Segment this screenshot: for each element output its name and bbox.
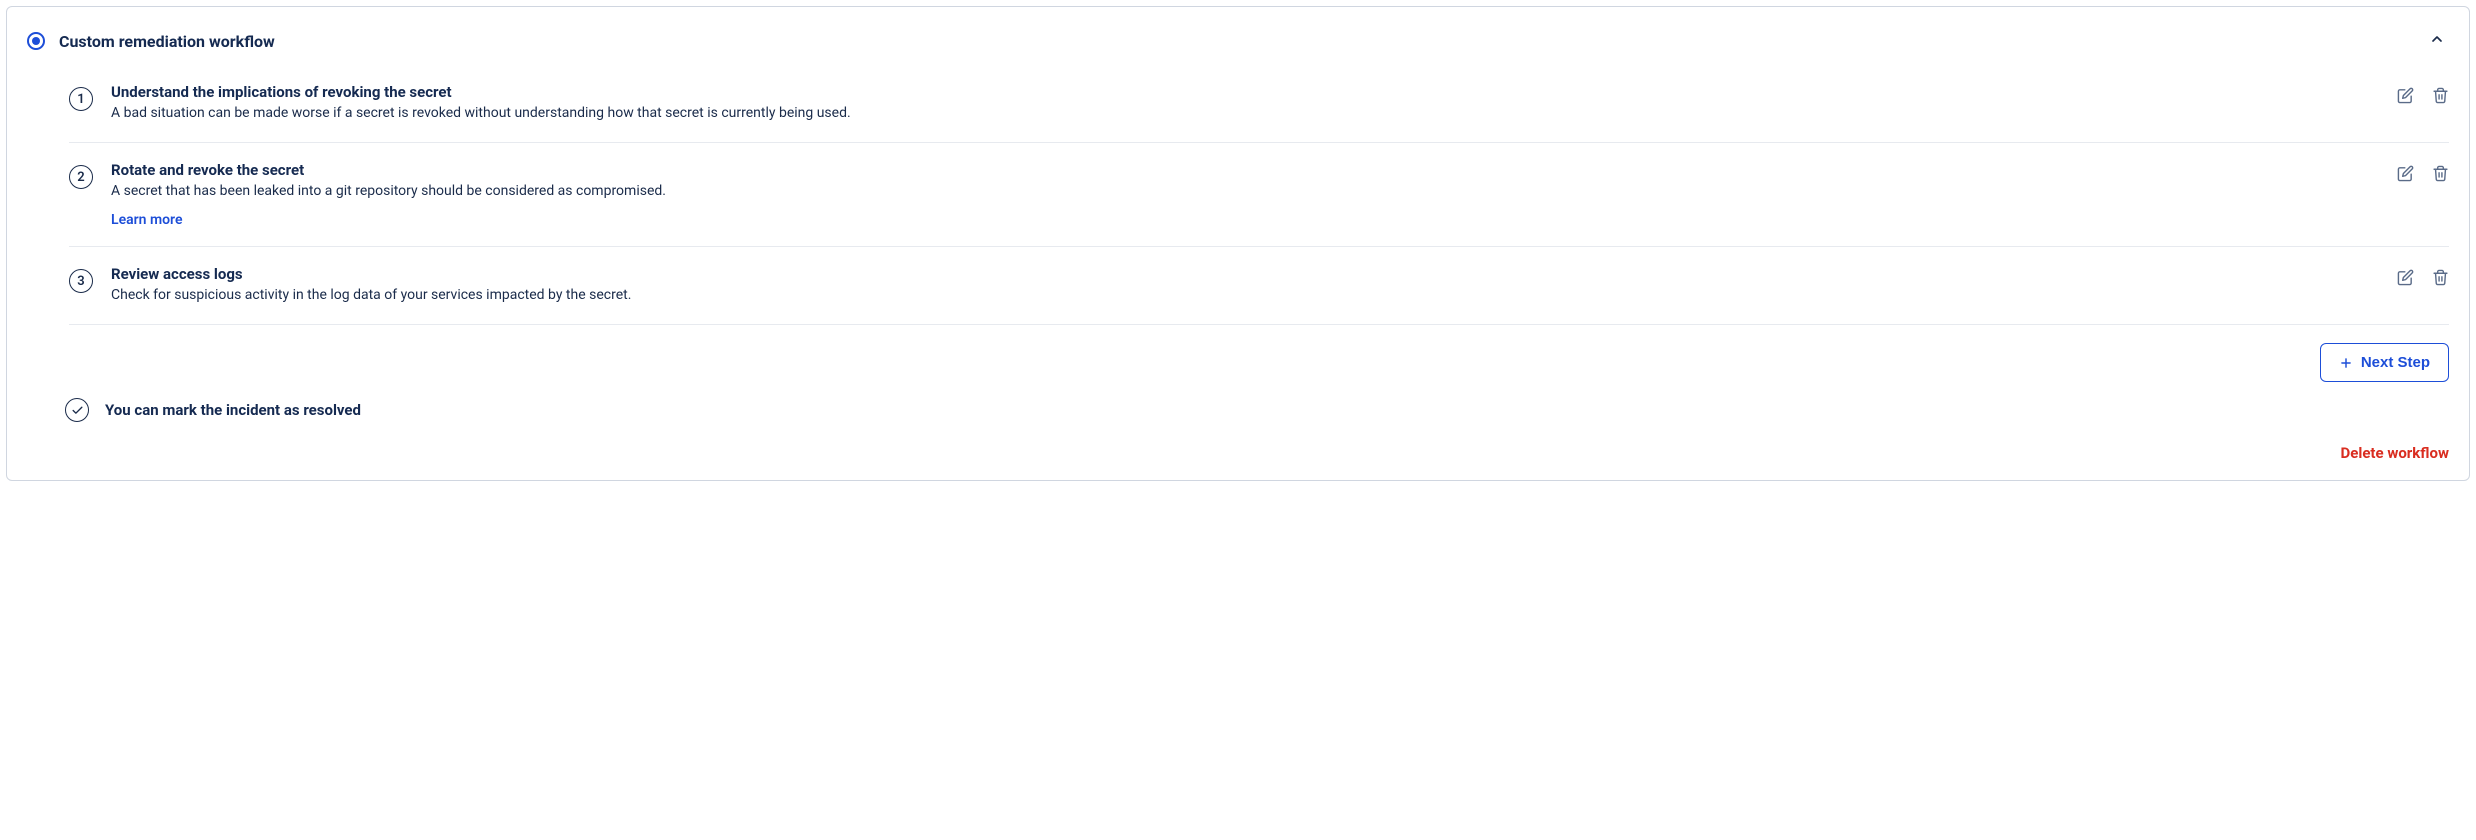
- edit-step-button[interactable]: [2397, 269, 2414, 286]
- radio-dot-icon: [32, 37, 40, 45]
- edit-icon: [2397, 269, 2414, 286]
- trash-icon: [2432, 269, 2449, 286]
- step-description: Check for suspicious activity in the log…: [111, 285, 2397, 306]
- workflow-header: Custom remediation workflow: [27, 27, 2449, 55]
- edit-icon: [2397, 87, 2414, 104]
- resolved-text: You can mark the incident as resolved: [105, 401, 361, 419]
- edit-icon: [2397, 165, 2414, 182]
- next-step-button[interactable]: Next Step: [2320, 343, 2449, 382]
- chevron-up-icon: [2429, 31, 2445, 47]
- step-content: Review access logs Check for suspicious …: [111, 265, 2397, 306]
- step-title: Rotate and revoke the secret: [111, 161, 2397, 179]
- check-icon: [71, 404, 84, 417]
- step-actions: [2397, 161, 2449, 182]
- step-title: Understand the implications of revoking …: [111, 83, 2397, 101]
- header-left: Custom remediation workflow: [27, 32, 275, 51]
- step-description: A secret that has been leaked into a git…: [111, 181, 2397, 202]
- collapse-toggle[interactable]: [2425, 27, 2449, 55]
- step-left: 3 Review access logs Check for suspiciou…: [69, 265, 2397, 306]
- workflow-title: Custom remediation workflow: [59, 32, 275, 51]
- resolved-row: You can mark the incident as resolved: [27, 398, 2449, 422]
- next-step-row: Next Step: [69, 325, 2449, 392]
- delete-step-button[interactable]: [2432, 87, 2449, 104]
- step-content: Rotate and revoke the secret A secret th…: [111, 161, 2397, 228]
- workflow-card: Custom remediation workflow 1 Understand…: [6, 6, 2470, 481]
- check-circle-icon: [65, 398, 89, 422]
- step-description: A bad situation can be made worse if a s…: [111, 103, 2397, 124]
- steps-list: 1 Understand the implications of revokin…: [27, 77, 2449, 392]
- trash-icon: [2432, 165, 2449, 182]
- edit-step-button[interactable]: [2397, 87, 2414, 104]
- delete-workflow-button[interactable]: Delete workflow: [2341, 444, 2450, 462]
- trash-icon: [2432, 87, 2449, 104]
- delete-step-button[interactable]: [2432, 269, 2449, 286]
- step-number-badge: 3: [69, 269, 93, 293]
- radio-selected[interactable]: [27, 32, 45, 50]
- step-item: 3 Review access logs Check for suspiciou…: [69, 247, 2449, 325]
- plus-icon: [2339, 356, 2353, 370]
- step-actions: [2397, 265, 2449, 286]
- step-left: 1 Understand the implications of revokin…: [69, 83, 2397, 124]
- step-number-badge: 1: [69, 87, 93, 111]
- step-title: Review access logs: [111, 265, 2397, 283]
- step-left: 2 Rotate and revoke the secret A secret …: [69, 161, 2397, 228]
- step-number-badge: 2: [69, 165, 93, 189]
- delete-row: Delete workflow: [27, 444, 2449, 462]
- delete-step-button[interactable]: [2432, 165, 2449, 182]
- next-step-label: Next Step: [2361, 354, 2430, 371]
- step-actions: [2397, 83, 2449, 104]
- edit-step-button[interactable]: [2397, 165, 2414, 182]
- learn-more-link[interactable]: Learn more: [111, 212, 182, 228]
- step-item: 2 Rotate and revoke the secret A secret …: [69, 143, 2449, 247]
- step-item: 1 Understand the implications of revokin…: [69, 77, 2449, 143]
- step-content: Understand the implications of revoking …: [111, 83, 2397, 124]
